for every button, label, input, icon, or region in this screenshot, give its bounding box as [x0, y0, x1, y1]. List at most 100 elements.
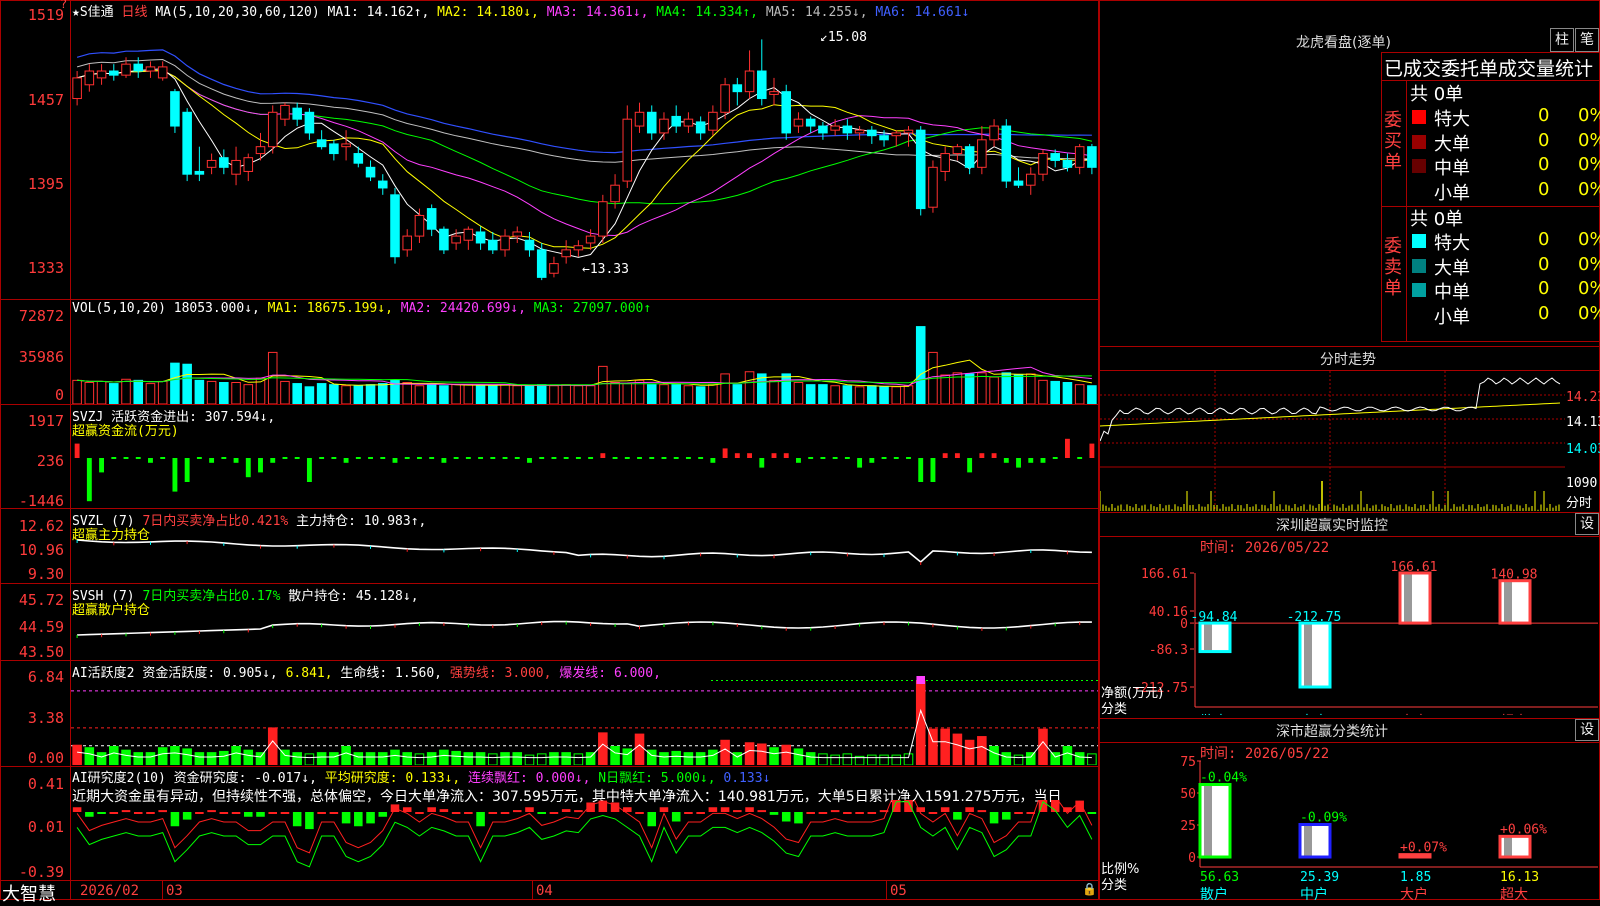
flow-bar: [245, 458, 251, 478]
activity-bar: [830, 754, 840, 765]
activity-bar: [903, 753, 914, 765]
dragon-stat-row: 大单 0 0%: [1410, 130, 1600, 155]
svzj-chart[interactable]: [71, 436, 1098, 506]
stat-name: 小单: [1434, 306, 1470, 328]
research-bar: [537, 812, 546, 814]
vol-ma3-line: [77, 375, 1092, 386]
research-bar: [781, 812, 791, 822]
sz-monitor-y-label: -86.3: [1149, 643, 1188, 658]
activity-bar: [891, 754, 902, 765]
sz-class-y-label: 25: [1180, 819, 1196, 834]
flow-bar: [624, 457, 630, 459]
tick-mode-button[interactable]: 笔: [1575, 28, 1599, 52]
candle-body: [243, 157, 254, 172]
volume-bar: [72, 379, 82, 404]
sz-class-change: -0.04%: [1200, 771, 1247, 786]
candle-body: [219, 157, 229, 168]
research-bar: [549, 812, 559, 814]
air-chart[interactable]: [71, 800, 1098, 879]
volume-bar: [781, 373, 792, 404]
research-bar: [989, 812, 999, 824]
candle-body: [757, 70, 767, 100]
volume-bar: [977, 372, 987, 404]
activity-bar: [243, 749, 254, 765]
volume-bar: [585, 385, 596, 404]
candle-body: [891, 132, 902, 137]
activity-bar: [500, 752, 510, 765]
buy-side-label: 委买单: [1384, 110, 1402, 173]
sz-monitor-chart: 166.6140.160-86.3-212.75-94.84散户-212.75中…: [1133, 560, 1598, 715]
ai2-chart[interactable]: [71, 676, 1098, 765]
divider: [1099, 536, 1600, 537]
svsh-name: 散户持仓:: [288, 589, 349, 604]
activity-bar: [1038, 728, 1048, 765]
research-bar: [244, 812, 253, 817]
activity-bar: [536, 753, 547, 765]
sz-monitor-settings-button[interactable]: 设: [1575, 513, 1599, 535]
flow-bar: [649, 457, 655, 459]
volume-bar: [170, 362, 180, 404]
ma4-line: [76, 69, 1093, 205]
sz-class-category: 大户: [1400, 886, 1428, 900]
svsh-chart[interactable]: [71, 605, 1098, 659]
flow-bar: [74, 443, 80, 458]
candle-body: [512, 231, 523, 237]
research-bar: [268, 812, 278, 814]
research-bar: [745, 807, 754, 812]
flow-bar: [673, 457, 679, 459]
research-bar: [207, 810, 216, 813]
candle-body: [390, 194, 400, 258]
candle-body: [329, 143, 339, 155]
candle-body: [377, 180, 388, 189]
kline-y-label: 1457: [27, 91, 64, 109]
flow-bar: [502, 457, 508, 459]
flow-bar: [135, 457, 141, 459]
stat-percent: 0%: [1578, 278, 1600, 299]
candle-body: [793, 118, 804, 127]
volume-bar: [475, 385, 486, 404]
candle-body: [622, 118, 633, 182]
low-price-label: ←13.33: [582, 262, 629, 277]
activity-bar: [879, 754, 889, 765]
activity-bar: [133, 752, 144, 765]
lock-icon[interactable]: 🔒: [1082, 882, 1097, 896]
volume-bar: [1001, 372, 1012, 404]
divider: [1099, 512, 1600, 513]
svzl-chart[interactable]: [71, 530, 1098, 582]
activity-bar: [757, 743, 767, 765]
flow-bar: [294, 457, 300, 459]
sz-class-settings-button[interactable]: 设: [1575, 719, 1599, 741]
stat-name: 大单: [1434, 133, 1470, 155]
volume-bar: [769, 379, 779, 404]
kline-y-label: 1333: [27, 259, 64, 277]
sz-class-title: 深市超赢分类统计: [1276, 724, 1388, 740]
candle-body: [805, 118, 816, 127]
flow-bar: [160, 457, 166, 459]
volume-bar: [915, 326, 926, 404]
vol-ma2: MA2: 24420.699↓,: [400, 301, 526, 316]
candle-body: [524, 239, 535, 251]
intraday-chart[interactable]: [1100, 371, 1565, 511]
flow-bar: [209, 458, 215, 463]
kline-chart[interactable]: [71, 16, 1098, 298]
sz-monitor-bar-shade: [1504, 580, 1512, 624]
flow-bar: [551, 457, 557, 459]
sz-monitor-category: 中户: [1300, 713, 1328, 715]
volume-bar: [451, 384, 461, 404]
sz-monitor-value: 166.61: [1391, 560, 1438, 575]
candle-body: [585, 235, 596, 244]
sz-class-category: 超大: [1500, 887, 1528, 900]
volume-bar: [842, 385, 853, 404]
dragon-stat-row: 特大 0 0%: [1410, 229, 1600, 254]
candle-body: [915, 129, 926, 210]
activity-bar: [488, 753, 498, 765]
research-bar: [500, 812, 510, 814]
bar-mode-button[interactable]: 柱: [1550, 28, 1574, 52]
volume-bar: [145, 383, 156, 404]
divider: [1099, 742, 1600, 743]
research-bar: [525, 807, 534, 812]
flow-bar: [563, 457, 569, 459]
flow-bar: [918, 458, 924, 482]
candle-body: [304, 111, 315, 134]
volume-chart[interactable]: [71, 318, 1098, 404]
